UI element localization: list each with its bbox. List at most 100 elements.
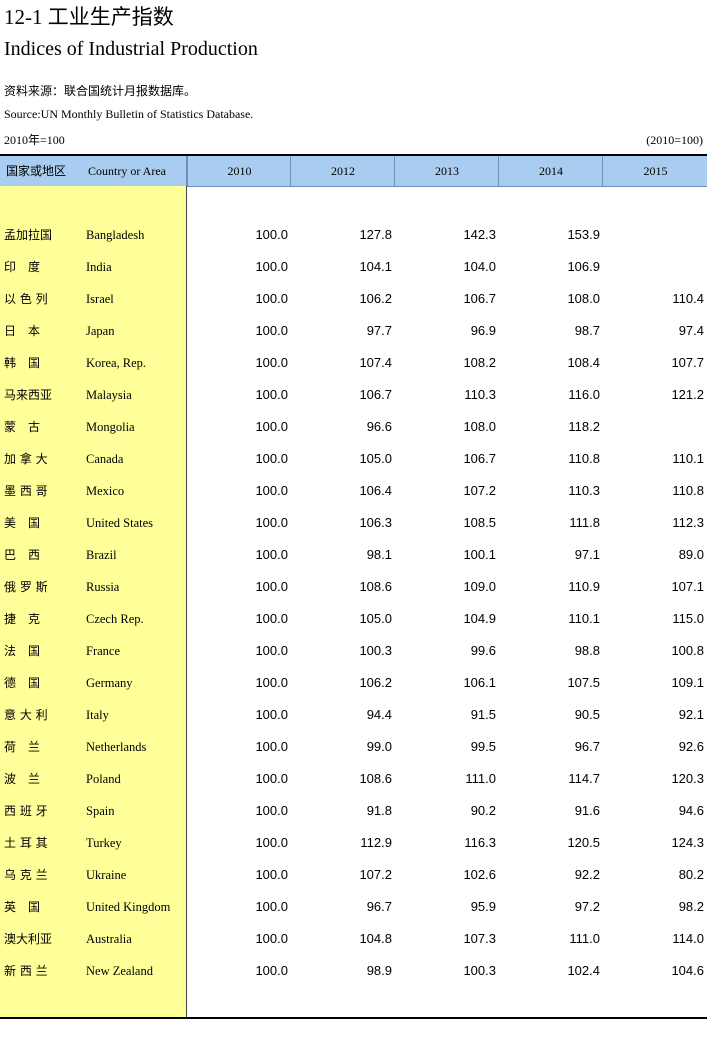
- source-note-chinese: 资料来源：联合国统计月报数据库。: [4, 84, 197, 98]
- index-value-2012: 94.4: [366, 707, 392, 722]
- country-name-chinese: 巴 西: [4, 548, 41, 562]
- table-row: 墨 西 哥 Mexico 100.0 106.4 107.2 110.3 110.8: [0, 481, 707, 501]
- country-name-chinese: 波 兰: [4, 772, 41, 786]
- index-value-2014: 106.9: [567, 259, 600, 274]
- index-value-2013: 96.9: [470, 323, 496, 338]
- country-name-english: France: [86, 644, 121, 658]
- index-value-2010: 100.0: [255, 899, 288, 914]
- index-value-2013: 106.1: [463, 675, 496, 690]
- table-row: 乌 克 兰 Ukraine 100.0 107.2 102.6 92.2 80.2: [0, 865, 707, 885]
- country-name-chinese: 土 耳 其: [4, 836, 48, 850]
- index-value-2012: 99.0: [366, 739, 392, 754]
- country-name-chinese: 乌 克 兰: [4, 868, 48, 882]
- country-name-english: Korea, Rep.: [86, 356, 147, 370]
- page-title-english: Indices of Industrial Production: [4, 38, 258, 60]
- country-name-english: Malaysia: [86, 388, 132, 402]
- country-name-english: Mexico: [86, 484, 125, 498]
- index-value-2014: 120.5: [567, 835, 600, 850]
- index-value-2012: 105.0: [359, 611, 392, 626]
- table-row: 新 西 兰 New Zealand 100.0 98.9 100.3 102.4 104.6: [0, 961, 707, 981]
- index-value-2012: 97.7: [366, 323, 392, 338]
- country-name-english: Mongolia: [86, 420, 135, 434]
- header-year-2013: 2013: [394, 156, 499, 186]
- country-name-english: Germany: [86, 676, 133, 690]
- table-bottom-rule: [0, 1017, 707, 1019]
- index-value-2012: 104.8: [359, 931, 392, 946]
- index-value-2015: 115.0: [672, 611, 704, 626]
- country-name-english: Turkey: [86, 836, 122, 850]
- country-name-english: Spain: [86, 804, 115, 818]
- index-value-2013: 104.9: [463, 611, 496, 626]
- index-value-2013: 100.3: [463, 963, 496, 978]
- country-name-english: Bangladesh: [86, 228, 145, 242]
- index-value-2012: 107.4: [359, 355, 392, 370]
- index-value-2010: 100.0: [255, 387, 288, 402]
- index-value-2013: 106.7: [463, 291, 496, 306]
- country-name-chinese: 墨 西 哥: [4, 484, 48, 498]
- page-title-chinese: 12-1 工业生产指数: [4, 5, 174, 29]
- index-value-2014: 107.5: [567, 675, 600, 690]
- table-row: 俄 罗 斯 Russia 100.0 108.6 109.0 110.9 107.1: [0, 577, 707, 597]
- country-name-chinese: 意 大 利: [4, 708, 48, 722]
- index-value-2014: 118.2: [568, 419, 600, 434]
- index-value-2014: 98.8: [574, 643, 600, 658]
- index-value-2010: 100.0: [255, 963, 288, 978]
- header-year-2010: 2010: [187, 156, 291, 186]
- index-value-2010: 100.0: [255, 547, 288, 562]
- index-value-2015: 92.6: [678, 739, 704, 754]
- header-year-2014: 2014: [498, 156, 603, 186]
- index-value-2015: 104.6: [671, 963, 704, 978]
- table-row: 西 班 牙 Spain 100.0 91.8 90.2 91.6 94.6: [0, 801, 707, 821]
- country-name-english: United Kingdom: [86, 900, 171, 914]
- table-row: 加 拿 大 Canada 100.0 105.0 106.7 110.8 110.1: [0, 449, 707, 469]
- index-value-2014: 111.8: [569, 515, 600, 530]
- table-row: 巴 西 Brazil 100.0 98.1 100.1 97.1 89.0: [0, 545, 707, 565]
- index-value-2010: 100.0: [255, 835, 288, 850]
- country-name-english: Australia: [86, 932, 132, 946]
- index-value-2012: 98.1: [366, 547, 392, 562]
- index-value-2014: 116.0: [568, 387, 600, 402]
- header-year-2012: 2012: [290, 156, 395, 186]
- table-row: 捷 克 Czech Rep. 100.0 105.0 104.9 110.1 115.0: [0, 609, 707, 629]
- index-value-2012: 106.7: [359, 387, 392, 402]
- index-value-2012: 100.3: [359, 643, 392, 658]
- index-value-2010: 100.0: [255, 323, 288, 338]
- index-value-2010: 100.0: [255, 707, 288, 722]
- index-value-2015: 92.1: [678, 707, 704, 722]
- index-value-2013: 106.7: [463, 451, 496, 466]
- index-value-2014: 110.3: [568, 483, 600, 498]
- index-value-2012: 105.0: [359, 451, 392, 466]
- country-name-chinese: 英 国: [4, 900, 41, 914]
- index-value-2013: 108.2: [463, 355, 496, 370]
- country-name-english: Ukraine: [86, 868, 127, 882]
- index-value-2013: 142.3: [463, 227, 496, 242]
- index-value-2014: 110.8: [568, 451, 600, 466]
- index-value-2012: 96.6: [366, 419, 392, 434]
- source-note-english: Source:UN Monthly Bulletin of Statistics…: [4, 107, 254, 121]
- table-row: 德 国 Germany 100.0 106.2 106.1 107.5 109.1: [0, 673, 707, 693]
- index-value-2013: 90.2: [470, 803, 496, 818]
- country-name-chinese: 新 西 兰: [4, 964, 48, 978]
- country-name-english: Poland: [86, 772, 121, 786]
- country-name-chinese: 以 色 列: [4, 292, 48, 306]
- country-name-english: Brazil: [86, 548, 117, 562]
- index-value-2010: 100.0: [255, 451, 288, 466]
- table-row: 法 国 France 100.0 100.3 99.6 98.8 100.8: [0, 641, 707, 661]
- index-value-2010: 100.0: [255, 739, 288, 754]
- country-name-english: Netherlands: [86, 740, 147, 754]
- index-value-2014: 110.9: [568, 579, 600, 594]
- index-value-2014: 92.2: [574, 867, 600, 882]
- index-value-2010: 100.0: [255, 483, 288, 498]
- table-row: 美 国 United States 100.0 106.3 108.5 111.8 112.…: [0, 513, 707, 533]
- country-name-english: Canada: [86, 452, 124, 466]
- index-value-2015: 89.0: [678, 547, 704, 562]
- country-name-chinese: 俄 罗 斯: [4, 580, 48, 594]
- table-row: 意 大 利 Italy 100.0 94.4 91.5 90.5 92.1: [0, 705, 707, 725]
- index-value-2015: 112.3: [672, 515, 704, 530]
- table-row: 澳大利亚 Australia 100.0 104.8 107.3 111.0 114.0: [0, 929, 707, 949]
- index-value-2013: 111.0: [465, 771, 496, 786]
- table-row: 土 耳 其 Turkey 100.0 112.9 116.3 120.5 124.3: [0, 833, 707, 853]
- country-name-english: Israel: [86, 292, 114, 306]
- index-value-2014: 108.4: [567, 355, 600, 370]
- index-value-2015: 94.6: [678, 803, 704, 818]
